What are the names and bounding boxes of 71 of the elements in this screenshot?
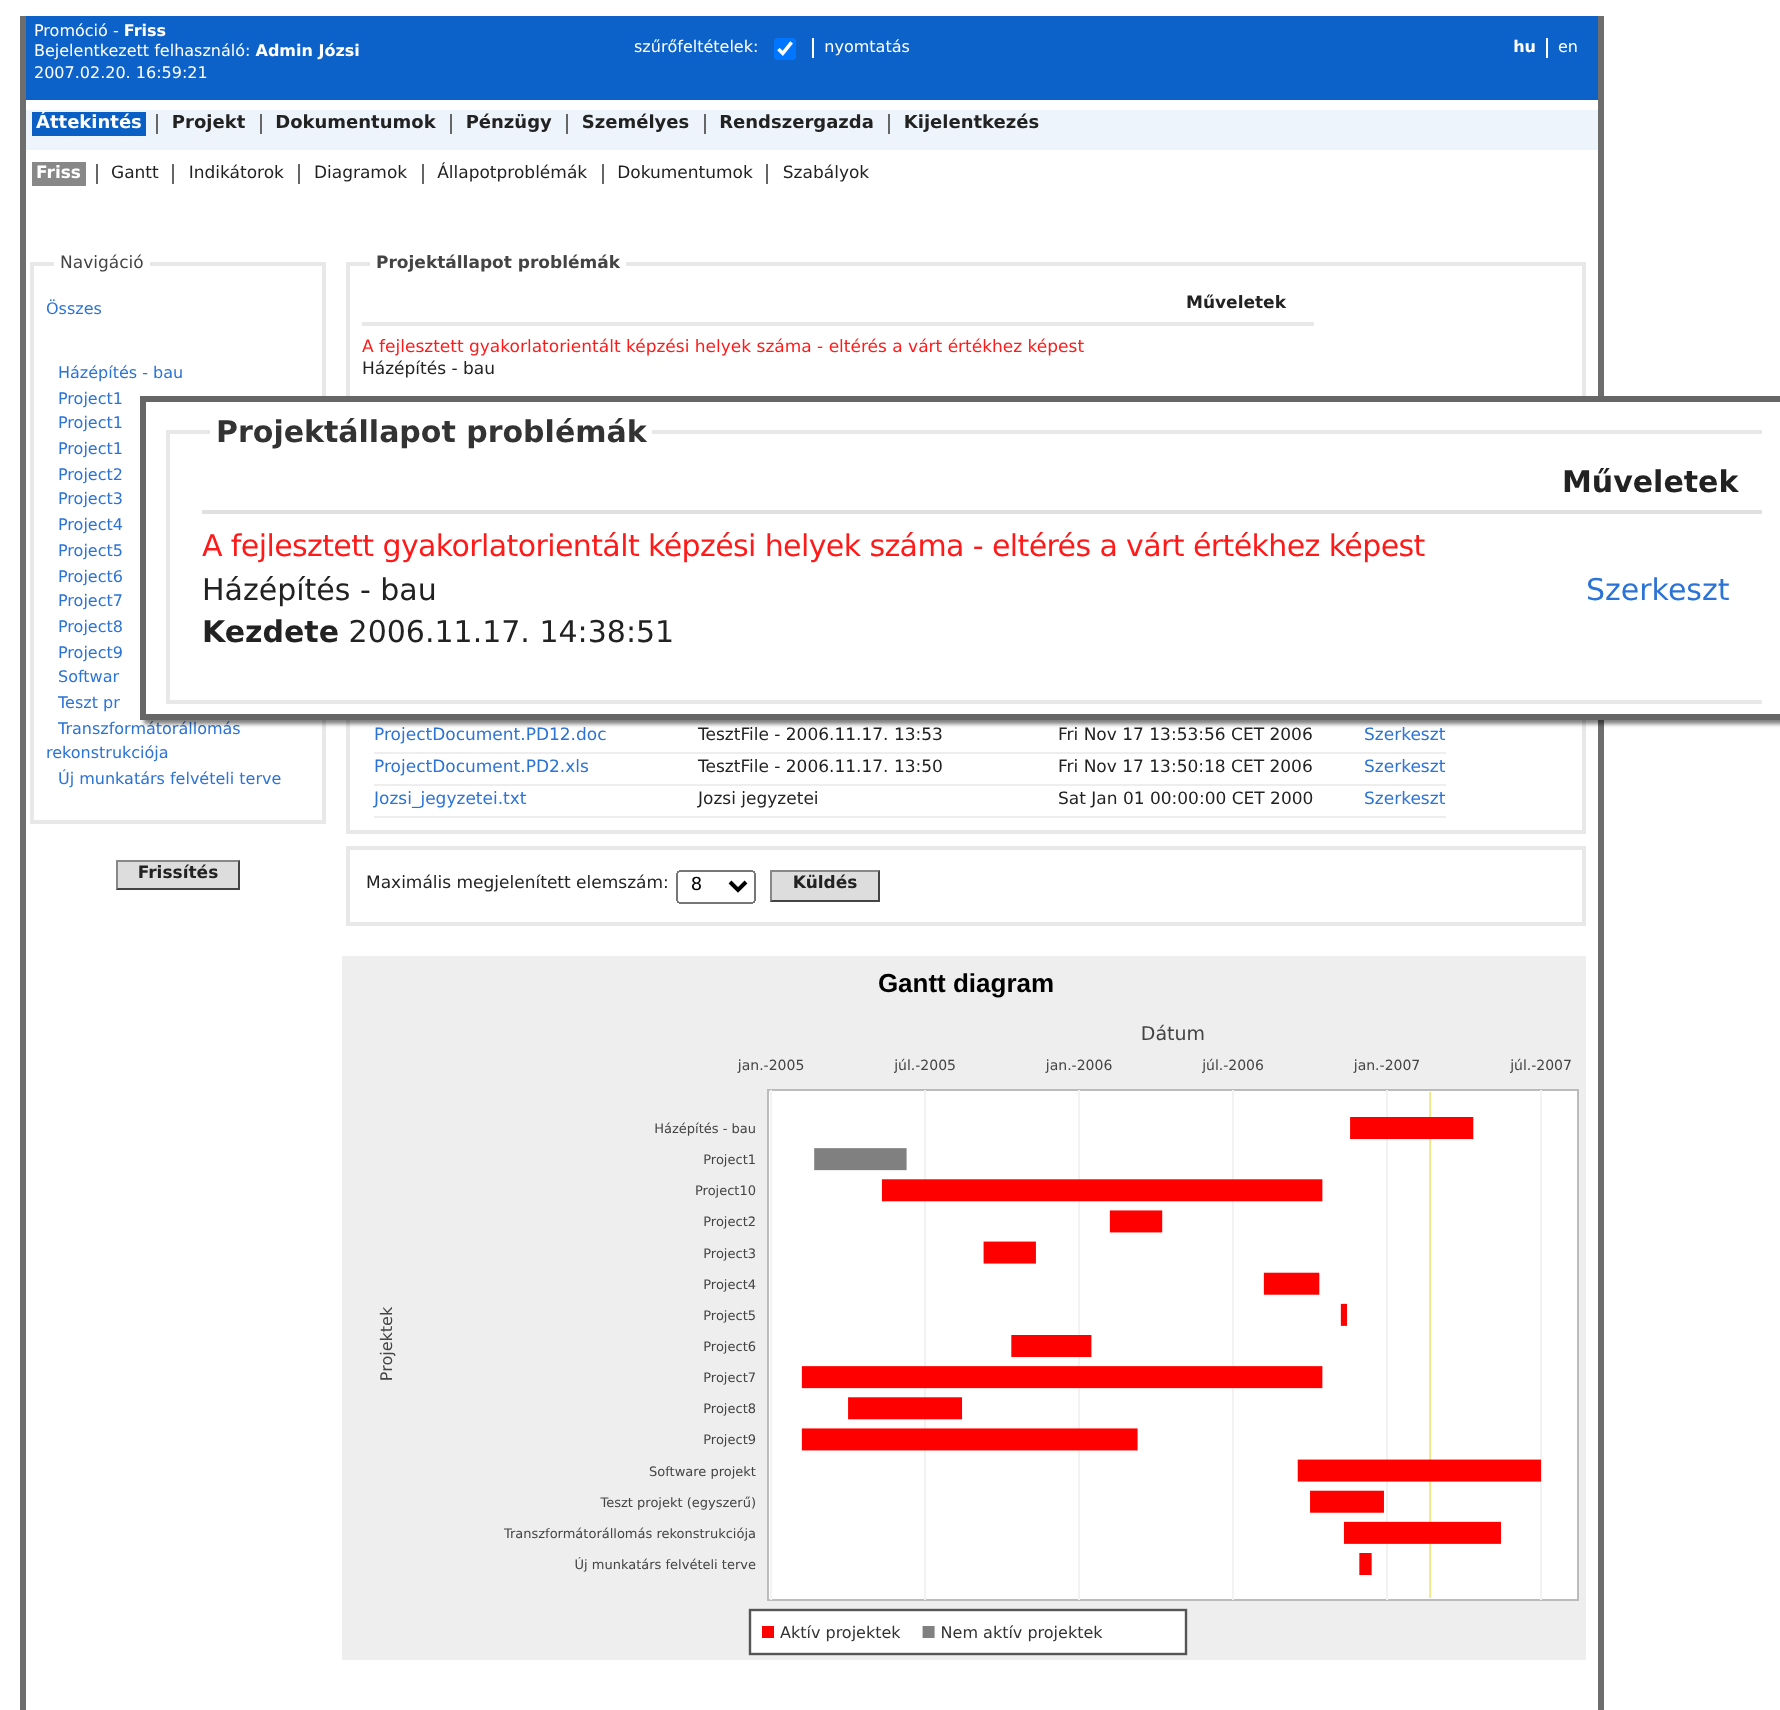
- edit-link[interactable]: Szerkeszt: [1364, 758, 1446, 779]
- menu-tab[interactable]: Személyes: [577, 112, 694, 137]
- nav-link[interactable]: Project8: [46, 615, 123, 642]
- table-cell: Sat Jan 01 00:00:00 CET 2000: [1058, 785, 1364, 818]
- header-text: Promóció - Friss: [34, 22, 169, 43]
- start-date: Kezdete 2006.11.17. 14:38:51: [202, 612, 675, 655]
- project-name: Házépítés - bau: [362, 360, 498, 383]
- menu-tab[interactable]: Pénzügy: [461, 112, 556, 137]
- problem-message: A fejlesztett gyakorlatorientált képzési helyek száma - eltérés a várt értékhez képest: [202, 525, 1425, 568]
- nav-link[interactable]: Project3: [46, 488, 123, 515]
- nav-link[interactable]: Project5: [46, 539, 123, 566]
- nav-link[interactable]: Project4: [46, 514, 123, 540]
- nav-link[interactable]: Transzformátorállomás rekonstrukciója: [46, 717, 310, 769]
- menu-tab[interactable]: Kijelentkezés: [899, 112, 1044, 137]
- limit-select[interactable]: 8: [676, 869, 757, 903]
- nav-link[interactable]: Softwar: [46, 666, 120, 693]
- legend-label: Aktív projektek: [780, 1624, 901, 1642]
- menu-tab[interactable]: Projekt: [167, 112, 250, 137]
- nav-link[interactable]: Házépítés - bau: [46, 361, 184, 388]
- submenu-tab[interactable]: Indikátorok: [184, 162, 288, 187]
- nav-link[interactable]: Project1: [46, 412, 123, 438]
- filter-label: szűrőfeltételek:: [634, 38, 759, 59]
- panel-title: Projektállapot problémák: [374, 254, 623, 275]
- nav-link[interactable]: Új munkatárs felvételi terve: [46, 768, 282, 794]
- filter-checkbox[interactable]: [774, 38, 797, 60]
- table-cell: TesztFile - 2006.11.17. 13:50: [698, 753, 1058, 786]
- nav-link[interactable]: Project1: [46, 438, 123, 464]
- header-text: Bejelentkezett felhasználó: Admin Józsi: [34, 42, 362, 64]
- submenu-tab[interactable]: Diagramok: [309, 162, 412, 187]
- table-cell: Fri Nov 17 13:53:56 CET 2006: [1058, 722, 1364, 754]
- table-cell: Jozsi jegyzetei: [698, 785, 1058, 818]
- nav-link[interactable]: Teszt pr: [46, 692, 120, 718]
- submenu-tab[interactable]: Dokumentumok: [613, 162, 757, 187]
- project-name: Házépítés - bau: [202, 569, 437, 611]
- edit-link[interactable]: Szerkeszt: [1586, 569, 1730, 613]
- document-link[interactable]: ProjectDocument.PD2.xls: [374, 758, 589, 779]
- submenu-tab[interactable]: Szabályok: [778, 162, 874, 187]
- edit-link[interactable]: Szerkeszt: [1364, 726, 1446, 747]
- axis-label: Dátum: [1140, 1024, 1206, 1046]
- menu-tab[interactable]: Rendszergazda: [715, 112, 878, 137]
- nav-link[interactable]: Összes: [46, 298, 102, 324]
- submit-button[interactable]: Küldés: [770, 870, 880, 902]
- axis-label: Projektek: [378, 1306, 396, 1382]
- language-link[interactable]: en: [1558, 38, 1578, 57]
- field-label: Maximális megjelenített elemszám:: [366, 874, 669, 898]
- nav-link[interactable]: Project9: [46, 641, 123, 667]
- header-text: 2007.02.20. 16:59:21: [34, 63, 210, 85]
- nav-link[interactable]: Project1: [46, 387, 123, 413]
- submenu-tab[interactable]: Friss: [32, 162, 85, 187]
- edit-link[interactable]: Szerkeszt: [1364, 790, 1446, 811]
- document-link[interactable]: ProjectDocument.PD12.doc: [374, 726, 607, 747]
- language-link[interactable]: hu: [1513, 38, 1536, 57]
- panel-title: Projektállapot problémák: [214, 414, 649, 450]
- column-header: Műveletek: [1562, 462, 1741, 504]
- column-header: Műveletek: [1186, 294, 1288, 317]
- submenu-tab[interactable]: Gantt: [107, 162, 163, 187]
- problem-message: A fejlesztett gyakorlatorientált képzési helyek száma - eltérés a várt értékhez képest: [362, 338, 1085, 360]
- table-cell: Fri Nov 17 13:50:18 CET 2006: [1058, 753, 1364, 786]
- chart-title: Gantt diagram: [877, 968, 1055, 998]
- nav-link[interactable]: Project7: [46, 590, 123, 616]
- legend-label: Nem aktív projektek: [940, 1624, 1103, 1642]
- table-cell: TesztFile - 2006.11.17. 13:53: [698, 722, 1058, 754]
- menu-tab[interactable]: Áttekintés: [32, 112, 146, 137]
- menu-tab[interactable]: Dokumentumok: [271, 112, 440, 137]
- document-link[interactable]: Jozsi_jegyzetei.txt: [374, 790, 527, 811]
- nav-link[interactable]: Project6: [46, 565, 123, 591]
- refresh-button[interactable]: Frissítés: [115, 860, 241, 891]
- panel-title: Navigáció: [58, 254, 146, 275]
- print-link[interactable]: nyomtatás: [824, 38, 910, 59]
- nav-link[interactable]: Project2: [46, 463, 123, 489]
- submenu-tab[interactable]: Állapotproblémák: [433, 162, 592, 187]
